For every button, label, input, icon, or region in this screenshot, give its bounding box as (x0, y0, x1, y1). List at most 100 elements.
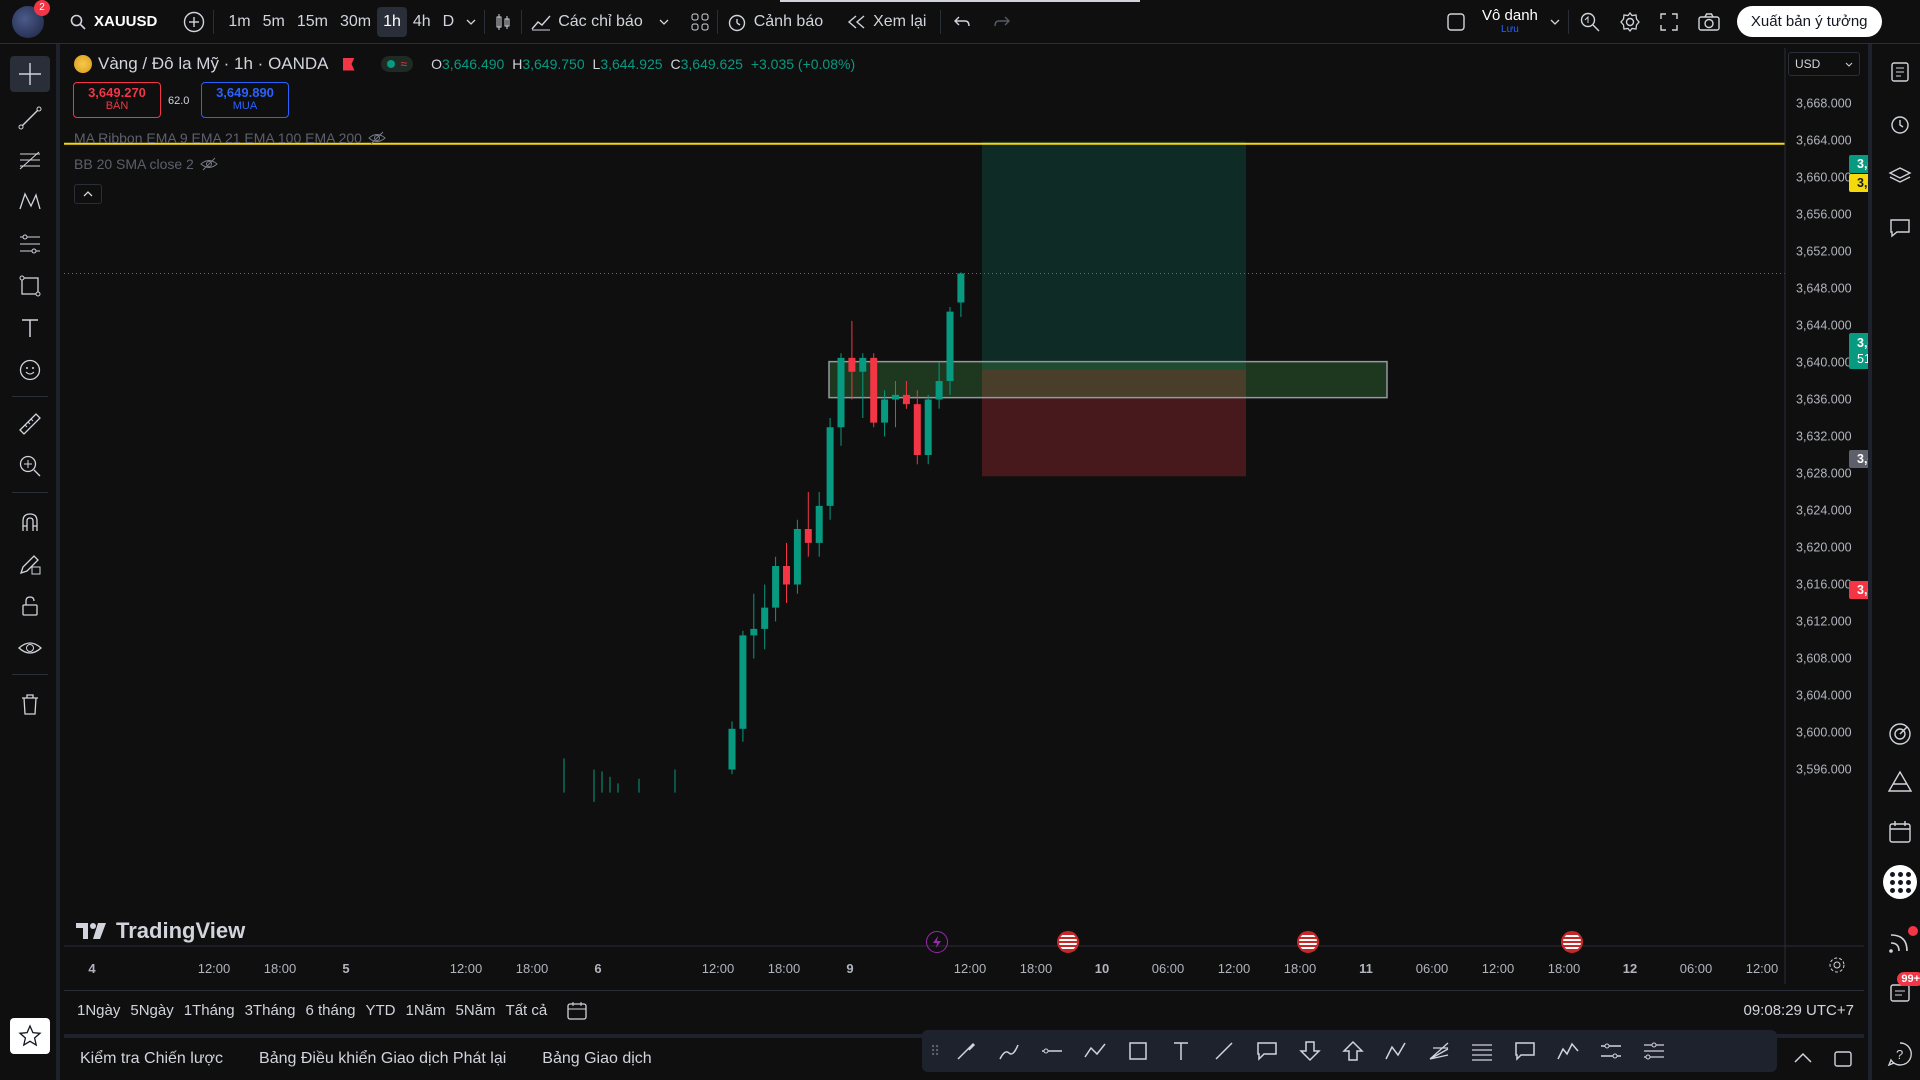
range-button[interactable]: 1Tháng (179, 1002, 240, 1019)
calendar-button[interactable] (1880, 814, 1920, 850)
products-button[interactable] (1880, 864, 1920, 900)
drag-handle-icon[interactable]: ⠿ (930, 1043, 944, 1060)
chevron-down-icon[interactable] (1550, 19, 1560, 25)
timeframe-30m[interactable]: 30m (334, 7, 377, 37)
timeframe-1m[interactable]: 1m (222, 7, 256, 37)
emoji-tool[interactable] (10, 352, 50, 388)
horizontal-ray-tool[interactable] (1030, 1031, 1073, 1071)
text-tool[interactable] (10, 310, 50, 346)
event-marker-us-1[interactable] (1057, 931, 1079, 953)
eye-crossed-icon[interactable] (368, 131, 386, 145)
callout-tool[interactable] (1245, 1031, 1288, 1071)
lock-tool[interactable] (10, 588, 50, 624)
symbol-title[interactable]: Vàng / Đô la Mỹ · 1h · OANDA (98, 54, 329, 74)
arrow-down-tool[interactable] (1288, 1031, 1331, 1071)
range-button[interactable]: 1Năm (401, 1002, 451, 1019)
abcd-pattern-tool[interactable] (1374, 1031, 1417, 1071)
fib-tool[interactable] (10, 142, 50, 178)
range-button[interactable]: 3Tháng (240, 1002, 301, 1019)
regression-tool[interactable] (1632, 1031, 1675, 1071)
timeframe-5m[interactable]: 5m (257, 7, 291, 37)
candle-style-icon[interactable] (493, 12, 513, 32)
layout-square-icon[interactable] (1446, 12, 1466, 32)
currency-select[interactable]: USD (1788, 52, 1860, 76)
range-button[interactable]: YTD (361, 1002, 401, 1019)
publish-idea-button[interactable]: Xuất bản ý tưởng (1736, 6, 1882, 37)
chart-area[interactable]: 3,672.0003,668.0003,664.0003,660.0003,65… (64, 48, 1920, 984)
layouts-grid-icon[interactable] (691, 13, 709, 31)
axis-settings-icon[interactable] (1828, 956, 1846, 974)
collapse-panel-icon[interactable] (1793, 1052, 1813, 1064)
path-tool[interactable] (1073, 1031, 1116, 1071)
replay-button[interactable]: Xem lại (867, 7, 932, 37)
visibility-tool[interactable] (10, 630, 50, 666)
trend-line-tool[interactable] (10, 100, 50, 136)
event-marker-us-2[interactable] (1297, 931, 1319, 953)
delete-tool[interactable] (10, 686, 50, 722)
tab-trading-panel[interactable]: Bảng Giao dịch (542, 1050, 651, 1068)
arrow-up-tool[interactable] (1331, 1031, 1374, 1071)
range-button[interactable]: 5Năm (451, 1002, 501, 1019)
elliott-wave-tool[interactable] (1546, 1031, 1589, 1071)
shape-tool[interactable] (10, 268, 50, 304)
chats-button[interactable] (1880, 210, 1920, 246)
undo-icon[interactable] (953, 15, 971, 29)
watchlist-button[interactable] (1880, 54, 1920, 90)
range-button[interactable]: 1Ngày (72, 1002, 125, 1019)
collapse-legend-button[interactable] (74, 184, 102, 204)
favorites-tool[interactable] (10, 1018, 50, 1054)
chevron-down-icon[interactable] (659, 19, 669, 25)
layout-name[interactable]: Vô danh Lưu (1482, 8, 1538, 35)
buy-button[interactable]: 3,649.890 MUA (201, 82, 289, 118)
alerts-panel-button[interactable] (1880, 106, 1920, 142)
prediction-tool[interactable] (10, 226, 50, 262)
crosshair-tool[interactable] (10, 56, 50, 92)
alarm-clock-icon[interactable] (726, 11, 748, 33)
range-button[interactable]: Tất cả (501, 1002, 553, 1019)
alerts-button[interactable]: Cảnh báo (748, 7, 829, 37)
fib-fan-tool[interactable] (1417, 1031, 1460, 1071)
tab-replay-trading[interactable]: Bảng Điều khiển Giao dịch Phát lại (259, 1050, 506, 1068)
camera-icon[interactable] (1697, 12, 1721, 32)
sell-button[interactable]: 3,649.270 BÁN (73, 82, 161, 118)
quick-search-icon[interactable] (1579, 11, 1601, 33)
ideas-button[interactable] (1880, 716, 1920, 752)
search-icon[interactable] (70, 14, 86, 30)
add-symbol-icon[interactable] (183, 11, 205, 33)
tab-strategy-tester[interactable]: Kiểm tra Chiến lược (80, 1050, 223, 1068)
bb-legend[interactable]: BB 20 SMA close 2 (74, 156, 218, 172)
redo-icon[interactable] (993, 15, 1011, 29)
help-button[interactable]: ? (1880, 1036, 1920, 1072)
object-tree-button[interactable] (1880, 158, 1920, 194)
chevron-down-icon[interactable] (466, 19, 476, 25)
text-draw-tool[interactable] (1159, 1031, 1202, 1071)
line-tool[interactable] (1202, 1031, 1245, 1071)
highlighter-tool[interactable] (987, 1031, 1030, 1071)
event-marker-us-3[interactable] (1561, 931, 1583, 953)
magnet-tool[interactable] (10, 504, 50, 540)
parallel-channel-tool[interactable] (1589, 1031, 1632, 1071)
user-avatar[interactable]: 2 (12, 0, 50, 38)
brush-tool[interactable] (944, 1031, 987, 1071)
signals-button[interactable] (1880, 924, 1920, 960)
rectangle-tool[interactable] (1116, 1031, 1159, 1071)
rewind-icon[interactable] (847, 14, 867, 29)
streams-button[interactable] (1880, 764, 1920, 800)
timeframe-d[interactable]: D (437, 7, 461, 37)
maximize-panel-icon[interactable] (1833, 1050, 1853, 1068)
zoom-tool[interactable] (10, 448, 50, 484)
timeframe-4h[interactable]: 4h (407, 7, 437, 37)
eye-crossed-icon[interactable] (200, 157, 218, 171)
notifications-button[interactable]: 99+ (1880, 972, 1920, 1008)
measure-tool[interactable] (10, 406, 50, 442)
range-button[interactable]: 5Ngày (125, 1002, 178, 1019)
event-marker-lightning[interactable] (926, 931, 948, 953)
fullscreen-icon[interactable] (1659, 12, 1679, 32)
pattern-tool[interactable] (10, 184, 50, 220)
timeframe-15m[interactable]: 15m (291, 7, 334, 37)
fib-levels-tool[interactable] (1460, 1031, 1503, 1071)
indicators-button[interactable]: Các chỉ báo (552, 7, 649, 37)
calendar-goto-icon[interactable] (566, 1001, 588, 1021)
comment-tool[interactable] (1503, 1031, 1546, 1071)
clock-timezone[interactable]: 09:08:29 UTC+7 (1744, 1002, 1855, 1019)
